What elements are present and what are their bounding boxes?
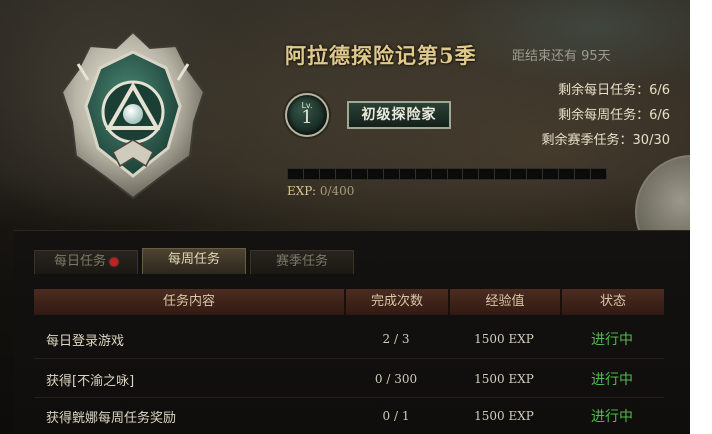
task-exp: 1500 EXP [474, 409, 534, 423]
task-count: 2 / 3 [382, 332, 410, 346]
task-count: 0 / 1 [382, 409, 410, 423]
level-badge-icon: Lv. 1 [285, 93, 329, 137]
season-emblem-icon [60, 30, 206, 200]
tab-label: 赛季任务 [275, 254, 328, 269]
event-window: 阿拉德探险记第5季 距结束还有 95天 Lv. 1 初级探险家 剩余每日任务：6… [0, 0, 690, 434]
task-status: 进行中 [591, 332, 633, 348]
table-row: 获得[不渝之咏] 0 / 300 1500 EXP 进行中 [34, 362, 664, 396]
task-name: 获得皝娜每周任务奖励 [46, 410, 177, 426]
remaining-daily-tasks: 剩余每日任务：6/6 [558, 83, 670, 98]
remaining-season-tasks: 剩余赛季任务：30/30 [541, 133, 670, 148]
column-header-status: 状态 [560, 289, 664, 315]
tab-label: 每日任务 [53, 254, 106, 269]
task-status: 进行中 [591, 372, 633, 388]
season-title: 阿拉德探险记第5季 [285, 43, 477, 68]
season-countdown: 距结束还有 95天 [512, 49, 611, 64]
rank-title: 初级探险家 [347, 101, 451, 129]
row-divider [34, 397, 664, 398]
exp-label: EXP: [287, 184, 316, 198]
task-name: 每日登录游戏 [46, 333, 125, 349]
tab-weekly-tasks[interactable]: 每周任务 [142, 248, 246, 274]
task-exp: 1500 EXP [474, 332, 534, 346]
exp-value: 0/400 [319, 184, 355, 198]
column-header-count: 完成次数 [344, 289, 448, 315]
table-row: 获得皝娜每周任务奖励 0 / 1 1500 EXP 进行中 [34, 399, 664, 433]
alert-dot-icon [110, 257, 118, 266]
tab-label: 每周任务 [167, 252, 220, 267]
table-header: 任务内容 完成次数 经验值 状态 [34, 289, 664, 315]
task-status: 进行中 [591, 409, 633, 425]
table-row: 每日登录游戏 2 / 3 1500 EXP 进行中 [34, 322, 664, 356]
column-header-exp: 经验值 [448, 289, 560, 315]
exp-readout: EXP: 0/400 [287, 184, 354, 198]
row-divider [34, 358, 664, 359]
level-number: 1 [301, 107, 313, 128]
exp-progress-bar [287, 168, 607, 180]
tab-season-tasks[interactable]: 赛季任务 [250, 250, 354, 274]
remaining-weekly-tasks: 剩余每周任务：6/6 [558, 108, 670, 123]
column-header-task: 任务内容 [162, 294, 215, 309]
tab-daily-tasks[interactable]: 每日任务 [34, 250, 138, 274]
task-name: 获得[不渝之咏] [46, 373, 135, 389]
task-count: 0 / 300 [374, 372, 418, 386]
task-exp: 1500 EXP [474, 372, 534, 386]
